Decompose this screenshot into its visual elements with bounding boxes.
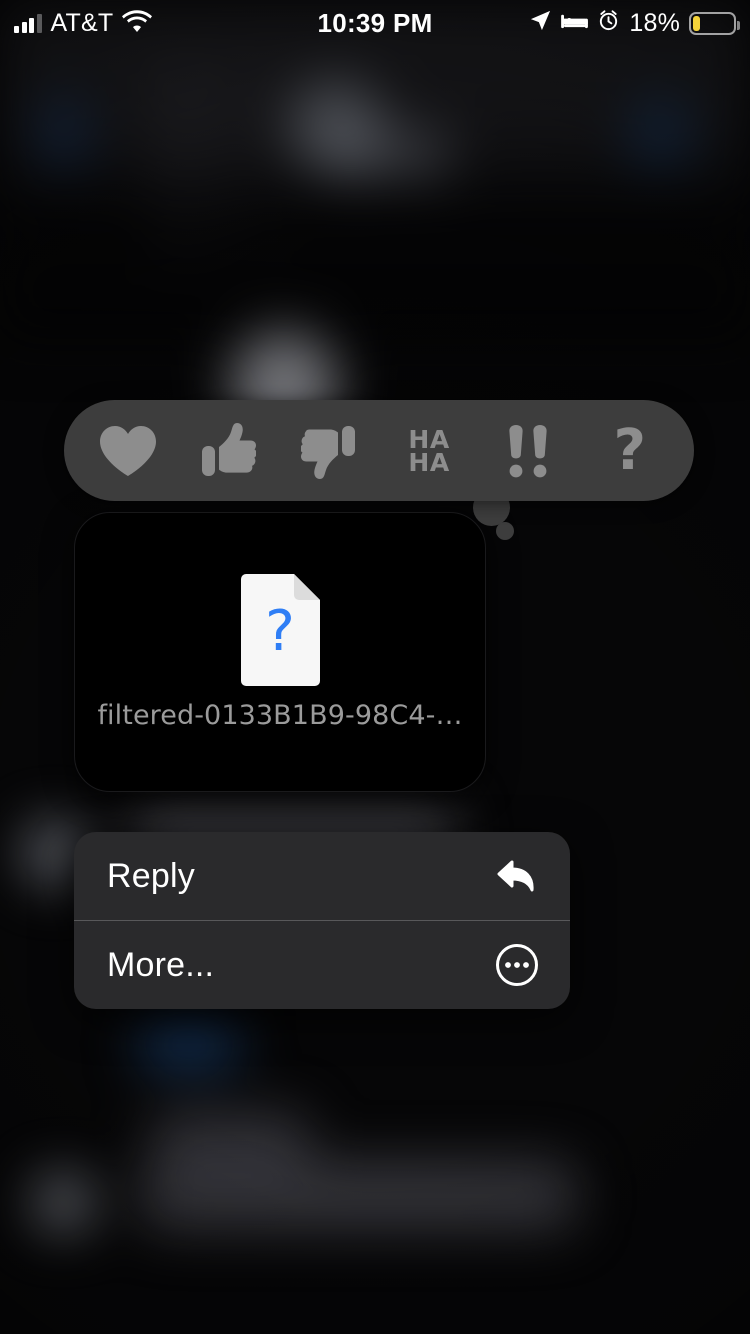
message-context-menu[interactable]: Reply More...: [74, 832, 570, 1009]
context-menu-item-reply[interactable]: Reply: [74, 832, 570, 920]
tapback-reaction-bar[interactable]: HA HA ?: [64, 400, 694, 501]
question-mark-icon: ?: [613, 417, 647, 483]
tapback-thumbs-down-button[interactable]: [291, 413, 367, 489]
reply-arrow-icon: [494, 853, 540, 899]
thumbs-up-icon: [202, 422, 257, 476]
status-bar-right: 18%: [529, 8, 740, 38]
haha-icon: HA HA: [408, 427, 450, 477]
thumbs-down-icon: [300, 425, 355, 479]
focused-message-bubble[interactable]: ? filtered-0133B1B9-98C4-…: [74, 512, 486, 792]
reply-label: Reply: [107, 856, 195, 895]
attachment-filename-label: filtered-0133B1B9-98C4-…: [97, 699, 463, 731]
haha-line-2: HA: [408, 447, 450, 477]
tapback-exclamation-button[interactable]: [491, 413, 567, 489]
battery-icon: [689, 11, 740, 35]
clock-label: 10:39 PM: [317, 7, 433, 38]
ellipsis-circle-icon: [494, 942, 540, 988]
location-arrow-icon: [529, 9, 552, 37]
context-menu-item-more[interactable]: More...: [74, 921, 570, 1009]
svg-text:?: ?: [265, 599, 295, 664]
double-exclamation-icon: [509, 424, 548, 477]
tapback-haha-button[interactable]: HA HA: [391, 413, 467, 489]
tapback-question-button[interactable]: ?: [592, 413, 668, 489]
alarm-clock-icon: [597, 9, 620, 37]
tapback-tail-dot-small: [496, 522, 514, 540]
bed-sleep-icon: [561, 10, 589, 36]
more-label: More...: [107, 945, 215, 984]
tapback-thumbs-up-button[interactable]: [190, 413, 266, 489]
unknown-document-icon: ?: [240, 573, 320, 686]
heart-icon: [100, 425, 157, 476]
status-bar: AT&T 10:39 PM 18%: [0, 0, 750, 46]
tapback-heart-button[interactable]: [90, 413, 166, 489]
battery-percent-label: 18%: [629, 8, 680, 37]
